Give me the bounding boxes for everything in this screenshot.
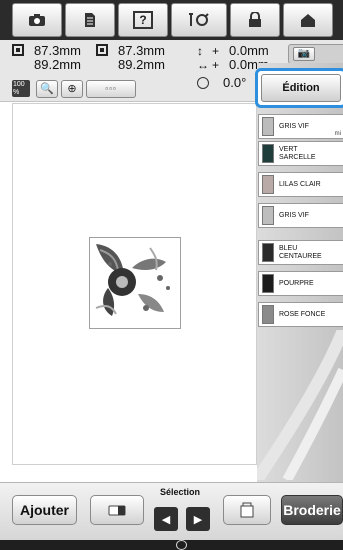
- help-icon[interactable]: ?: [118, 3, 168, 37]
- width-value: 87.3mm: [34, 43, 81, 58]
- thread-swatch: [262, 206, 274, 225]
- eraser-button[interactable]: [90, 495, 144, 525]
- thread-swatch: [262, 144, 274, 163]
- thread-name: POURPRE: [279, 279, 314, 287]
- thread-swatch: [262, 243, 274, 262]
- thread-item[interactable]: GRIS VIF mi: [258, 114, 343, 139]
- rotation-icon: [197, 77, 209, 89]
- selection-title: Sélection: [160, 487, 201, 497]
- height-value-2: 89.2mm: [118, 57, 165, 72]
- left-right-icon: ↔: [197, 58, 209, 72]
- camera-view-icon: 📷: [297, 48, 311, 59]
- thread-name: GRIS VIF: [279, 122, 309, 130]
- embroidery-button[interactable]: Broderie: [281, 495, 343, 525]
- eraser-icon: [108, 505, 126, 516]
- top-toolbar: ?: [0, 0, 343, 40]
- edit-button[interactable]: Édition: [255, 68, 343, 108]
- zoom-out-button[interactable]: 🔍: [36, 80, 58, 98]
- thread-name: GRIS VIF: [279, 211, 309, 219]
- thread-swatch: [262, 117, 274, 136]
- camera-view-button[interactable]: 📷: [293, 47, 315, 61]
- add-label: Ajouter: [20, 502, 69, 518]
- thread-name: BLEU CENTAUREE: [279, 244, 322, 260]
- next-button[interactable]: ▶: [186, 507, 210, 531]
- clock-icon: [176, 540, 187, 550]
- left-arrow-icon: ◀: [161, 513, 171, 526]
- home-icon[interactable]: [283, 3, 333, 37]
- thread-name: VERT SARCELLE: [279, 145, 316, 161]
- thread-item[interactable]: POURPRE: [258, 271, 343, 296]
- lock-icon[interactable]: [230, 3, 280, 37]
- thread-name: LILAS CLAIR: [279, 180, 321, 188]
- embroidery-design-icon: [95, 244, 170, 316]
- zoom-value: 100: [13, 81, 25, 88]
- thread-swatch: [262, 274, 274, 293]
- needle-thread-icon[interactable]: [171, 3, 227, 37]
- thread-item[interactable]: BLEU CENTAUREE: [258, 240, 343, 265]
- edit-label: Édition: [261, 74, 341, 102]
- design-preview[interactable]: [89, 237, 181, 329]
- right-arrow-icon: ▶: [193, 513, 203, 526]
- rotation-value: 0.0°: [223, 75, 247, 90]
- thread-item[interactable]: ROSE FONCE: [258, 302, 343, 327]
- previous-button[interactable]: ◀: [154, 507, 178, 531]
- hoop-icon: [240, 502, 254, 518]
- height-value: 89.2mm: [34, 57, 81, 72]
- decorative-curves: [257, 330, 343, 480]
- thread-item[interactable]: GRIS VIF: [258, 203, 343, 228]
- zoom-in-icon: ⊕: [67, 83, 77, 95]
- thread-item[interactable]: VERT SARCELLE: [258, 141, 343, 166]
- thread-swatch: [262, 305, 274, 324]
- width-value-2: 87.3mm: [118, 43, 165, 58]
- document-icon[interactable]: [65, 3, 115, 37]
- thread-name: ROSE FONCE: [279, 310, 326, 318]
- hoop-button[interactable]: [223, 495, 271, 525]
- thread-swatch: [262, 175, 274, 194]
- plus-sign: +: [212, 44, 220, 58]
- size-icon: [12, 44, 24, 56]
- add-button[interactable]: Ajouter: [12, 495, 77, 525]
- size-icon-2: [96, 44, 108, 56]
- status-bar: [0, 540, 343, 550]
- zoom-level: 100 %: [12, 80, 30, 97]
- thread-sub: mi: [334, 131, 341, 137]
- thumbnail-view-button[interactable]: ▫▫▫: [86, 80, 136, 98]
- thread-item[interactable]: LILAS CLAIR: [258, 172, 343, 197]
- zoom-in-button[interactable]: ⊕: [61, 80, 83, 98]
- zoom-out-icon: 🔍: [40, 83, 54, 95]
- zoom-unit: %: [13, 89, 20, 96]
- up-down-icon: ↕: [197, 44, 203, 58]
- thumbnail-icon: ▫▫▫: [105, 84, 117, 93]
- plus-sign-2: +: [212, 58, 220, 72]
- camera-icon[interactable]: [12, 3, 62, 37]
- help-label: ?: [133, 11, 153, 29]
- embroidery-label: Broderie: [283, 502, 341, 518]
- offset-y-value: 0.0mm: [229, 43, 269, 58]
